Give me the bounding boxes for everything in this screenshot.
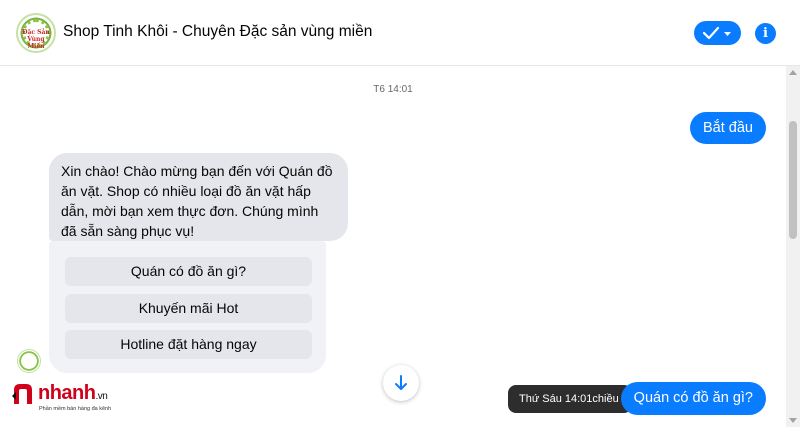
quick-replies-panel: Quán có đồ ăn gì? Khuyến mãi Hot Hotline… xyxy=(49,241,326,373)
message-timestamp: T6 14:01 xyxy=(373,84,413,95)
nhanh-logo-icon xyxy=(12,384,32,404)
outgoing-message[interactable]: Bắt đầu xyxy=(690,112,766,144)
quick-reply-button[interactable]: Hotline đặt hàng ngay xyxy=(65,330,312,359)
scrollbar-thumb[interactable] xyxy=(789,121,797,239)
scrollbar[interactable] xyxy=(786,66,800,427)
chat-header: Đặc Sản Vùng Miền Shop Tinh Khôi - Chuyê… xyxy=(0,0,800,66)
scroll-down-arrow-icon[interactable] xyxy=(789,418,797,423)
mark-done-button[interactable] xyxy=(694,21,741,45)
nhanh-wordmark: nhanh.vn xyxy=(38,382,108,404)
scroll-to-bottom-button[interactable] xyxy=(383,365,419,401)
quick-reply-button[interactable]: Khuyến mãi Hot xyxy=(65,294,312,323)
nhanh-logo: nhanh.vn Phần mềm bán hàng đa kênh xyxy=(12,380,152,416)
info-icon[interactable]: i xyxy=(755,23,776,44)
avatar-text: Đặc Sản Vùng Miền xyxy=(22,29,50,50)
check-icon xyxy=(702,26,731,40)
chevron-down-icon xyxy=(724,32,731,36)
outgoing-message[interactable]: Quán có đồ ăn gì? xyxy=(620,382,766,415)
nhanh-tagline: Phần mềm bán hàng đa kênh xyxy=(39,406,112,412)
scroll-up-arrow-icon[interactable] xyxy=(789,70,797,75)
sender-avatar xyxy=(17,349,41,373)
incoming-message[interactable]: Xin chào! Chào mừng bạn đến với Quán đồ … xyxy=(49,153,348,241)
arrow-down-icon xyxy=(395,375,407,390)
timestamp-tooltip: Thứ Sáu 14:01chiều xyxy=(508,385,632,413)
quick-reply-button[interactable]: Quán có đồ ăn gì? xyxy=(65,257,312,286)
page-title[interactable]: Shop Tinh Khôi - Chuyên Đặc sản vùng miề… xyxy=(63,23,372,41)
page-avatar[interactable]: Đặc Sản Vùng Miền xyxy=(16,13,56,53)
